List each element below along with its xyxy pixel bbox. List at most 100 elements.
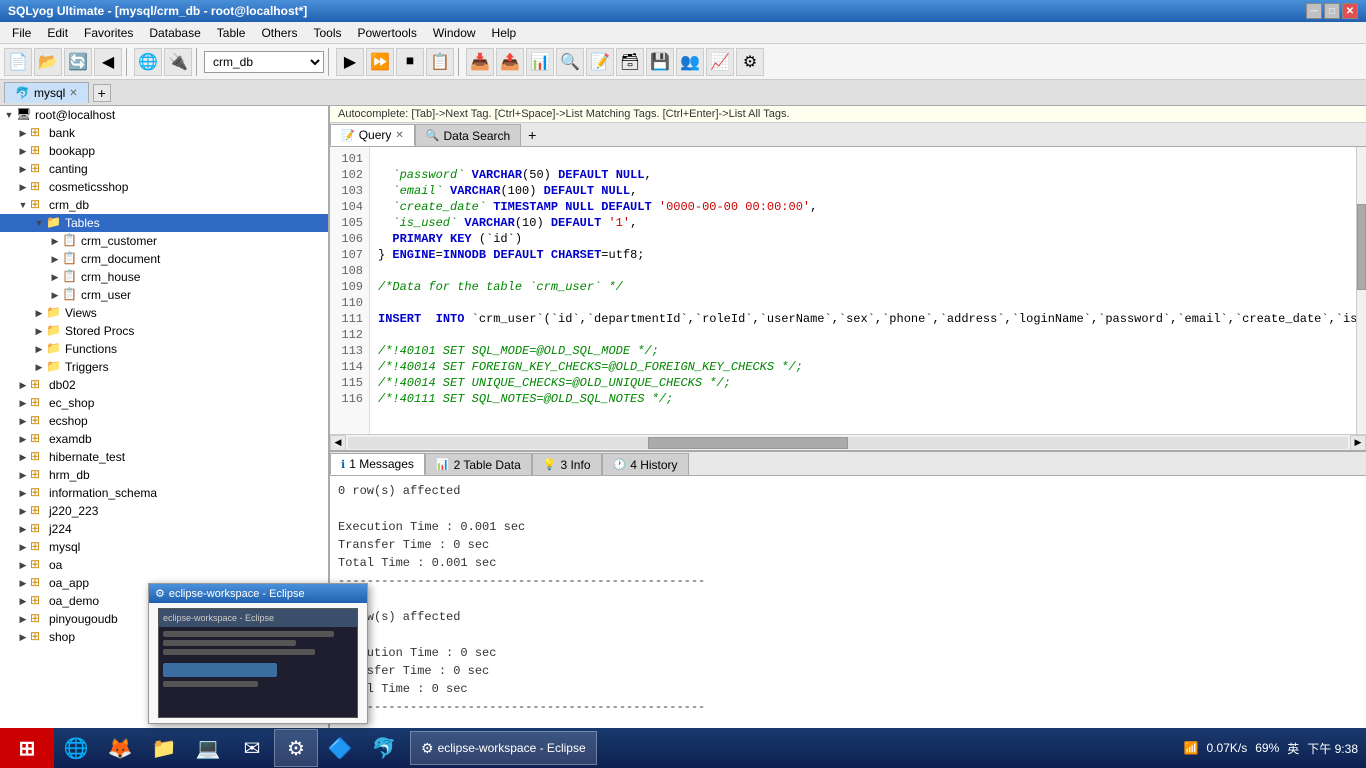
tree-db-db02[interactable]: ▶ ⊞ db02	[0, 376, 328, 394]
stored-procs-expand[interactable]: ▶	[32, 324, 46, 338]
tree-node-triggers[interactable]: ▶ 📁 Triggers	[0, 358, 328, 376]
examdb-expand[interactable]: ▶	[16, 432, 30, 446]
session-tab-mysql[interactable]: 🐬 mysql ✕	[4, 82, 89, 103]
tab-query[interactable]: 📝 Query ✕	[330, 124, 415, 146]
new-query-tab-button[interactable]: +	[523, 126, 541, 144]
pinyougou-expand[interactable]: ▶	[16, 612, 30, 626]
toolbar-stop[interactable]: ⏹	[396, 48, 424, 76]
tree-node-functions[interactable]: ▶ 📁 Functions	[0, 340, 328, 358]
menu-others[interactable]: Others	[253, 24, 305, 42]
tree-table-crm-document[interactable]: ▶ 📋 crm_document	[0, 250, 328, 268]
result-tab-messages[interactable]: ℹ 1 Messages	[330, 453, 425, 475]
root-expand-icon[interactable]: ▼	[2, 108, 16, 122]
crm-document-expand[interactable]: ▶	[48, 252, 62, 266]
new-session-tab-button[interactable]: +	[93, 84, 111, 102]
oa-expand[interactable]: ▶	[16, 558, 30, 572]
query-tab-close[interactable]: ✕	[395, 130, 403, 141]
code-content[interactable]: `password` VARCHAR(50) DEFAULT NULL, `em…	[370, 147, 1356, 434]
maximize-button[interactable]: □	[1324, 3, 1340, 19]
tree-db-canting[interactable]: ▶ ⊞ canting	[0, 160, 328, 178]
toolbar-back[interactable]: ◀	[94, 48, 122, 76]
tree-node-stored-procs[interactable]: ▶ 📁 Stored Procs	[0, 322, 328, 340]
tree-db-bookapp[interactable]: ▶ ⊞ bookapp	[0, 142, 328, 160]
tree-db-hibernate[interactable]: ▶ ⊞ hibernate_test	[0, 448, 328, 466]
menu-edit[interactable]: Edit	[39, 24, 76, 42]
toolbar-execute[interactable]: ▶	[336, 48, 364, 76]
tree-db-ecshop[interactable]: ▶ ⊞ ecshop	[0, 412, 328, 430]
close-button[interactable]: ✕	[1342, 3, 1358, 19]
tree-table-crm-customer[interactable]: ▶ 📋 crm_customer	[0, 232, 328, 250]
hscroll-track[interactable]	[348, 437, 1348, 449]
tree-db-cosmeticsshop[interactable]: ▶ ⊞ cosmeticsshop	[0, 178, 328, 196]
tree-root[interactable]: ▼ 🖥 root@localhost	[0, 106, 328, 124]
menu-file[interactable]: File	[4, 24, 39, 42]
canting-expand[interactable]: ▶	[16, 162, 30, 176]
result-tab-info[interactable]: 💡 3 Info	[532, 453, 602, 475]
crm-user-expand[interactable]: ▶	[48, 288, 62, 302]
tab-data-search[interactable]: 🔍 Data Search	[415, 124, 521, 146]
toolbar-settings[interactable]: ⚙	[736, 48, 764, 76]
shop-expand[interactable]: ▶	[16, 630, 30, 644]
menu-table[interactable]: Table	[209, 24, 254, 42]
info-schema-expand[interactable]: ▶	[16, 486, 30, 500]
tree-db-oa[interactable]: ▶ ⊞ oa	[0, 556, 328, 574]
ecshop-expand[interactable]: ▶	[16, 414, 30, 428]
hibernate-expand[interactable]: ▶	[16, 450, 30, 464]
menu-tools[interactable]: Tools	[305, 24, 349, 42]
cosmeticsshop-expand[interactable]: ▶	[16, 180, 30, 194]
code-editor[interactable]: 101 102 103 104 105 106 107 108 109 110 …	[330, 147, 1366, 434]
editor-hscrollbar[interactable]: ◀ ▶	[330, 434, 1366, 450]
toolbar-open[interactable]: 📂	[34, 48, 62, 76]
tree-db-j224[interactable]: ▶ ⊞ j224	[0, 520, 328, 538]
taskbar-app2[interactable]: 🐬	[362, 729, 406, 767]
tree-table-crm-house[interactable]: ▶ 📋 crm_house	[0, 268, 328, 286]
taskbar-folder[interactable]: 📁	[142, 729, 186, 767]
taskbar-globe[interactable]: 🌐	[54, 729, 98, 767]
taskbar-email[interactable]: ✉	[230, 729, 274, 767]
taskbar-settings[interactable]: ⚙	[274, 729, 318, 767]
taskbar-app1[interactable]: 🔷	[318, 729, 362, 767]
j220-expand[interactable]: ▶	[16, 504, 30, 518]
toolbar-schema[interactable]: 🗃	[616, 48, 644, 76]
j224-expand[interactable]: ▶	[16, 522, 30, 536]
hscroll-thumb[interactable]	[648, 437, 848, 449]
menu-help[interactable]: Help	[484, 24, 525, 42]
views-expand[interactable]: ▶	[32, 306, 46, 320]
tree-node-views[interactable]: ▶ 📁 Views	[0, 304, 328, 322]
tree-db-mysql[interactable]: ▶ ⊞ mysql	[0, 538, 328, 556]
hscroll-right[interactable]: ▶	[1350, 435, 1366, 451]
toolbar-export[interactable]: 📤	[496, 48, 524, 76]
db02-expand[interactable]: ▶	[16, 378, 30, 392]
crm-customer-expand[interactable]: ▶	[48, 234, 62, 248]
toolbar-table[interactable]: 📝	[586, 48, 614, 76]
toolbar-users[interactable]: 👥	[676, 48, 704, 76]
toolbar-execute-all[interactable]: ⏩	[366, 48, 394, 76]
tree-table-crm-user[interactable]: ▶ 📋 crm_user	[0, 286, 328, 304]
triggers-expand[interactable]: ▶	[32, 360, 46, 374]
functions-expand[interactable]: ▶	[32, 342, 46, 356]
db-selector[interactable]: crm_db bank bookapp db02	[204, 51, 324, 73]
toolbar-import[interactable]: 📥	[466, 48, 494, 76]
editor-vscrollbar-thumb[interactable]	[1357, 204, 1366, 290]
hscroll-left[interactable]: ◀	[330, 435, 346, 451]
toolbar-query[interactable]: 🔍	[556, 48, 584, 76]
tree-db-examdb[interactable]: ▶ ⊞ examdb	[0, 430, 328, 448]
crmdb-expand[interactable]: ▼	[16, 198, 30, 212]
tree-db-information-schema[interactable]: ▶ ⊞ information_schema	[0, 484, 328, 502]
taskbar-firefox[interactable]: 🦊	[98, 729, 142, 767]
tree-db-j220[interactable]: ▶ ⊞ j220_223	[0, 502, 328, 520]
editor-vscrollbar[interactable]	[1356, 147, 1366, 434]
mysql-expand[interactable]: ▶	[16, 540, 30, 554]
tables-expand[interactable]: ▼	[32, 216, 46, 230]
taskbar-eclipse-running[interactable]: ⚙ eclipse-workspace - Eclipse	[410, 731, 597, 765]
menu-database[interactable]: Database	[141, 24, 208, 42]
result-tab-history[interactable]: 🕐 4 History	[602, 453, 689, 475]
crm-house-expand[interactable]: ▶	[48, 270, 62, 284]
session-tab-close[interactable]: ✕	[69, 88, 77, 99]
ec-shop-expand[interactable]: ▶	[16, 396, 30, 410]
menu-powertools[interactable]: Powertools	[349, 24, 424, 42]
toolbar-globe[interactable]: 🌐	[134, 48, 162, 76]
tree-db-crm-db[interactable]: ▼ ⊞ crm_db	[0, 196, 328, 214]
toolbar-backup[interactable]: 💾	[646, 48, 674, 76]
toolbar-perf[interactable]: 📈	[706, 48, 734, 76]
